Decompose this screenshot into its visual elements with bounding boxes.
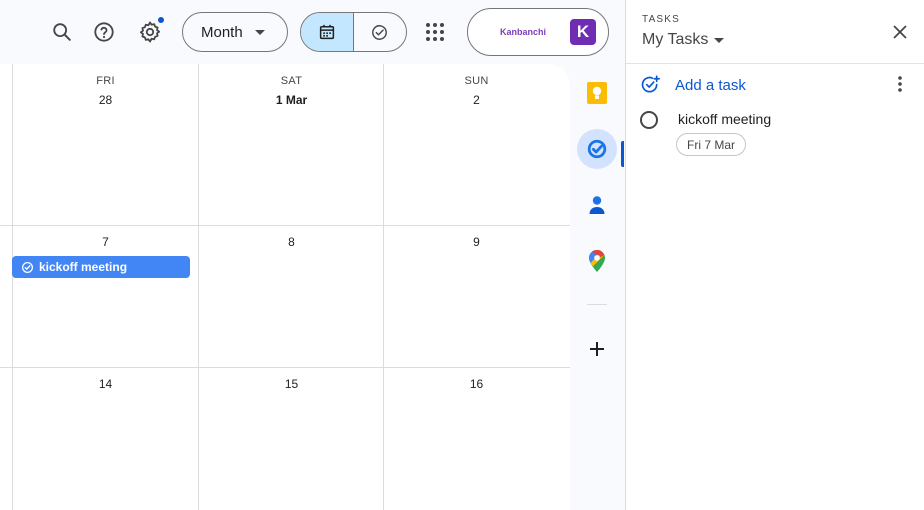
event-title: kickoff meeting xyxy=(39,260,128,274)
column-divider xyxy=(198,64,199,510)
rail-separator xyxy=(587,304,607,305)
search-button[interactable] xyxy=(42,12,82,52)
task-list-selector[interactable]: My Tasks xyxy=(642,31,725,49)
notification-dot xyxy=(158,17,164,23)
tasks-panel: TASKS My Tasks Add a task kickoff meetin… xyxy=(625,0,924,510)
keep-icon xyxy=(587,82,607,104)
task-list-name: My Tasks xyxy=(642,31,709,48)
row-divider xyxy=(0,367,570,368)
tasks-app-button[interactable] xyxy=(577,129,617,169)
add-task-icon xyxy=(641,75,660,93)
month-grid: FRI SAT SUN 28 1 Mar 2 7 8 9 14 15 16 ki… xyxy=(0,64,570,510)
get-addons-button[interactable] xyxy=(577,329,617,369)
help-button[interactable] xyxy=(84,12,124,52)
search-icon xyxy=(53,23,71,41)
gear-icon xyxy=(139,21,161,43)
day-number[interactable]: 16 xyxy=(384,377,569,391)
caret-down-icon xyxy=(255,30,265,35)
tasks-app-icon xyxy=(587,139,607,159)
weekday-header-sat: SAT xyxy=(280,75,303,87)
help-icon xyxy=(94,22,114,42)
view-select-label: Month xyxy=(201,23,243,41)
day-number[interactable]: 8 xyxy=(199,235,384,249)
row-divider xyxy=(0,225,570,226)
task-title[interactable]: kickoff meeting xyxy=(678,111,771,127)
keep-button[interactable] xyxy=(577,73,617,113)
contacts-icon xyxy=(589,196,605,214)
weekday-header-sun: SUN xyxy=(464,75,489,87)
view-select-month[interactable]: Month xyxy=(182,12,288,52)
maps-pin-icon xyxy=(589,250,605,272)
add-task-label: Add a task xyxy=(675,76,746,94)
close-icon xyxy=(893,25,907,39)
top-bar: Month Kanbanchi K xyxy=(0,0,625,64)
panel-label: TASKS xyxy=(642,14,681,25)
avatar[interactable]: K xyxy=(570,19,596,45)
close-panel-button[interactable] xyxy=(888,20,912,44)
more-vert-icon xyxy=(898,76,902,92)
calendar-icon xyxy=(319,24,334,40)
side-panel-rail xyxy=(570,64,625,510)
maps-button[interactable] xyxy=(577,241,617,281)
more-options-button[interactable] xyxy=(890,74,910,94)
day-number[interactable]: 15 xyxy=(199,377,384,391)
task-item[interactable]: kickoff meeting Fri 7 Mar xyxy=(640,108,910,160)
day-number[interactable]: 7 xyxy=(13,235,198,249)
active-indicator xyxy=(621,141,624,167)
weekday-header-fri: FRI xyxy=(96,75,115,87)
column-divider xyxy=(12,64,13,510)
kanbanchi-logo: Kanbanchi xyxy=(484,16,562,48)
caret-down-icon xyxy=(714,37,725,43)
day-number[interactable]: 28 xyxy=(13,93,198,107)
column-divider xyxy=(383,64,384,510)
contacts-button[interactable] xyxy=(577,185,617,225)
plus-icon xyxy=(590,342,604,356)
task-event-chip[interactable]: kickoff meeting xyxy=(12,256,190,278)
day-number[interactable]: 2 xyxy=(384,93,569,107)
tasks-view-button[interactable] xyxy=(354,13,407,51)
day-number[interactable]: 14 xyxy=(13,377,198,391)
add-task-button[interactable]: Add a task xyxy=(640,74,746,96)
day-number[interactable]: 9 xyxy=(384,235,569,249)
calendar-tasks-toggle xyxy=(300,12,407,52)
panel-divider xyxy=(626,63,924,64)
apps-button[interactable] xyxy=(415,12,455,52)
task-complete-checkbox[interactable] xyxy=(640,111,658,129)
task-check-icon xyxy=(372,24,388,40)
apps-grid-icon xyxy=(426,23,444,41)
day-number[interactable]: 1 Mar xyxy=(199,93,384,107)
calendar-view-button[interactable] xyxy=(301,13,354,51)
task-date-chip[interactable]: Fri 7 Mar xyxy=(676,133,746,156)
settings-button[interactable] xyxy=(130,12,170,52)
task-check-icon xyxy=(21,261,34,273)
